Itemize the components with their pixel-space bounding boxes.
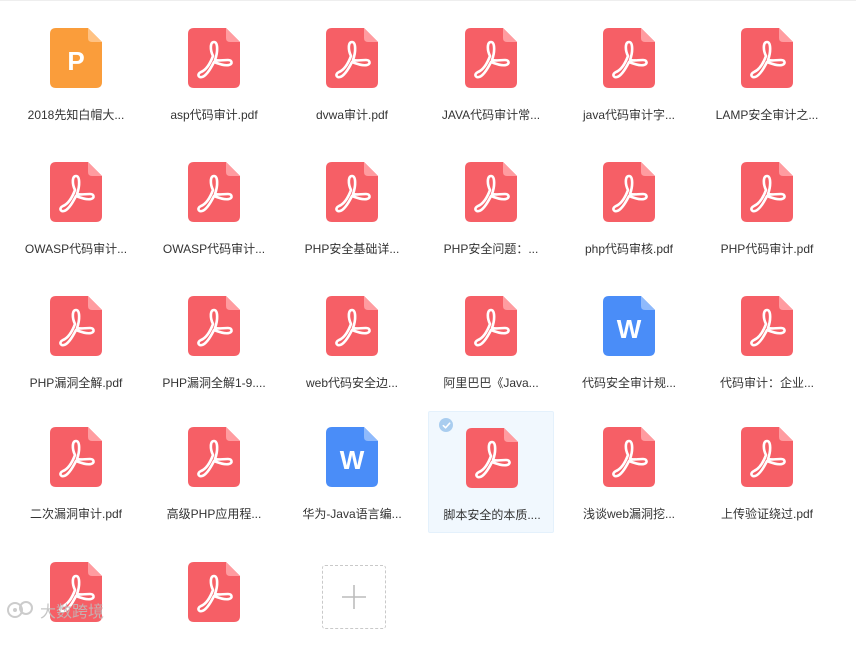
- file-item[interactable]: php代码审核.pdf: [566, 146, 692, 268]
- pdf-file-icon: [188, 427, 240, 487]
- pdf-file-icon: [326, 162, 378, 222]
- file-item[interactable]: 高级PHP应用程...: [151, 411, 277, 533]
- file-item[interactable]: 二次漏洞审计.pdf: [13, 411, 139, 533]
- file-item[interactable]: 上传验证绕过.pdf: [704, 411, 830, 533]
- file-item[interactable]: PHP漏洞全解1-9....: [151, 280, 277, 402]
- file-name: 阿里巴巴《Java...: [443, 376, 539, 390]
- file-name: java代码审计字...: [582, 108, 676, 122]
- add-file-button[interactable]: [322, 565, 386, 629]
- file-name: 高级PHP应用程...: [166, 507, 262, 521]
- file-name: PHP安全基础详...: [304, 242, 400, 256]
- file-item[interactable]: PHP安全问题：...: [428, 146, 554, 268]
- file-item[interactable]: dvwa审计.pdf: [289, 12, 415, 134]
- file-name: 代码审计：企业...: [719, 376, 814, 390]
- file-name: 2018先知白帽大...: [27, 108, 125, 122]
- pdf-file-icon: [188, 28, 240, 88]
- pdf-file-icon: [466, 428, 518, 488]
- file-name: 代码安全审计规...: [581, 376, 676, 390]
- file-item[interactable]: OWASP代码审计...: [13, 146, 139, 268]
- pdf-file-icon: [741, 28, 793, 88]
- pdf-file-icon: [188, 562, 240, 622]
- check-icon[interactable]: [439, 418, 453, 432]
- file-item[interactable]: P 2018先知白帽大...: [13, 12, 139, 134]
- file-name: PHP漏洞全解.pdf: [29, 376, 123, 390]
- file-item[interactable]: [151, 546, 277, 668]
- pdf-file-icon: [50, 427, 102, 487]
- word-file-icon: W: [603, 296, 655, 356]
- file-name: web代码安全边...: [305, 376, 399, 390]
- file-item[interactable]: PHP代码审计.pdf: [704, 146, 830, 268]
- file-item[interactable]: java代码审计字...: [566, 12, 692, 134]
- file-name: PHP漏洞全解1-9....: [162, 376, 266, 390]
- file-item[interactable]: LAMP安全审计之...: [704, 12, 830, 134]
- file-item[interactable]: asp代码审计.pdf: [151, 12, 277, 134]
- file-item[interactable]: PHP安全基础详...: [289, 146, 415, 268]
- file-name: 华为-Java语言编...: [302, 507, 402, 521]
- file-name: 二次漏洞审计.pdf: [29, 507, 123, 521]
- file-item[interactable]: 脚本安全的本质....: [428, 411, 554, 533]
- pdf-file-icon: [188, 162, 240, 222]
- ppt-file-icon: P: [50, 28, 102, 88]
- file-item[interactable]: OWASP代码审计...: [151, 146, 277, 268]
- file-item[interactable]: W 华为-Java语言编...: [289, 411, 415, 533]
- pdf-file-icon: [603, 162, 655, 222]
- pdf-file-icon: [326, 28, 378, 88]
- file-name: php代码审核.pdf: [584, 242, 674, 256]
- file-item[interactable]: W 代码安全审计规...: [566, 280, 692, 402]
- file-name: PHP代码审计.pdf: [720, 242, 814, 256]
- file-name: LAMP安全审计之...: [715, 108, 819, 122]
- file-name: dvwa审计.pdf: [315, 108, 389, 122]
- pdf-file-icon: [603, 28, 655, 88]
- file-name: 上传验证绕过.pdf: [720, 507, 814, 521]
- file-name: OWASP代码审计...: [162, 242, 266, 256]
- file-item[interactable]: 阿里巴巴《Java...: [428, 280, 554, 402]
- pdf-file-icon: [326, 296, 378, 356]
- watermark-logo-icon: [7, 601, 33, 618]
- file-item[interactable]: PHP漏洞全解.pdf: [13, 280, 139, 402]
- file-item[interactable]: web代码安全边...: [289, 280, 415, 402]
- plus-icon: [342, 585, 366, 609]
- pdf-file-icon: [50, 296, 102, 356]
- file-item[interactable]: 浅谈web漏洞挖...: [566, 411, 692, 533]
- file-name: 脚本安全的本质....: [443, 508, 541, 522]
- file-name: JAVA代码审计常...: [441, 108, 541, 122]
- file-name: PHP安全问题：...: [443, 242, 539, 256]
- svg-text:W: W: [340, 445, 365, 475]
- pdf-file-icon: [741, 427, 793, 487]
- svg-text:W: W: [617, 314, 642, 344]
- file-name: OWASP代码审计...: [24, 242, 128, 256]
- pdf-file-icon: [603, 427, 655, 487]
- watermark: 大数跨境: [6, 598, 104, 622]
- file-name: 浅谈web漏洞挖...: [582, 507, 676, 521]
- pdf-file-icon: [188, 296, 240, 356]
- pdf-file-icon: [465, 162, 517, 222]
- pdf-file-icon: [465, 28, 517, 88]
- svg-text:P: P: [67, 46, 84, 76]
- word-file-icon: W: [326, 427, 378, 487]
- watermark-text: 大数跨境: [40, 604, 105, 621]
- file-name: asp代码审计.pdf: [170, 108, 258, 122]
- pdf-file-icon: [465, 296, 517, 356]
- file-grid: P 2018先知白帽大... asp代码审计.pdf dvwa审计.pdf JAVA代码…: [0, 0, 856, 628]
- file-item[interactable]: 代码审计：企业...: [704, 280, 830, 402]
- pdf-file-icon: [741, 162, 793, 222]
- pdf-file-icon: [50, 162, 102, 222]
- pdf-file-icon: [741, 296, 793, 356]
- file-item[interactable]: JAVA代码审计常...: [428, 12, 554, 134]
